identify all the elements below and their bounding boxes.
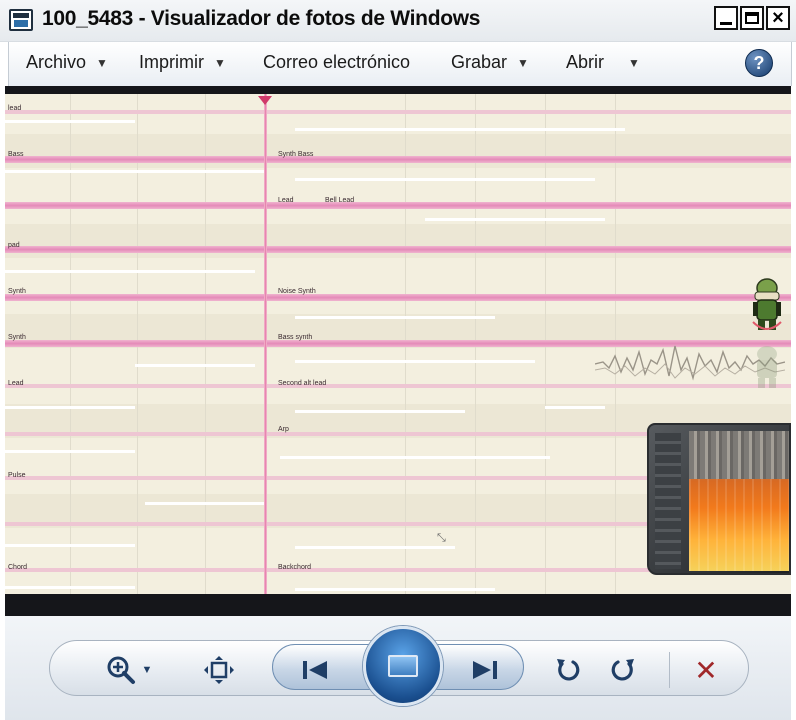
- zoom-caret-icon: ▼: [141, 664, 153, 676]
- menu-grabar[interactable]: Grabar ▼: [451, 52, 529, 73]
- track-label: pad: [8, 242, 20, 249]
- slideshow-button[interactable]: [363, 626, 443, 706]
- menu-archivo[interactable]: Archivo ▼: [26, 52, 108, 73]
- photo-content: lead Bass Synth Bass Lead Bell Lead pad Synth N…: [5, 94, 791, 594]
- midi-region: [545, 406, 605, 409]
- track-label: Synth Bass: [278, 151, 314, 158]
- midi-region: [295, 128, 625, 131]
- menu-imprimir[interactable]: Imprimir ▼: [139, 52, 226, 73]
- chevron-down-icon: ▼: [517, 55, 529, 70]
- track-label: Backchord: [278, 564, 312, 571]
- midi-region: [280, 456, 550, 459]
- previous-button[interactable]: [297, 654, 333, 686]
- slideshow-icon: [388, 655, 418, 677]
- minimize-button[interactable]: [714, 6, 738, 30]
- menu-bar: Archivo ▼ Imprimir ▼ Correo electrónico …: [8, 42, 792, 86]
- rotate-right-icon: [611, 659, 634, 681]
- track-label: Pulse: [8, 472, 26, 479]
- chevron-down-icon: ▼: [214, 55, 226, 70]
- next-icon: [473, 661, 497, 679]
- bottom-toolbar: ▼ ✕: [5, 616, 791, 720]
- character-figure-icon: [752, 278, 782, 388]
- analyzer-side-panel: [655, 433, 681, 569]
- track-band: [5, 294, 791, 301]
- midi-region: [425, 218, 605, 221]
- delete-icon: ✕: [694, 654, 718, 686]
- window-controls: ×: [714, 6, 790, 30]
- fit-window-button[interactable]: [201, 654, 237, 686]
- menu-archivo-label: Archivo: [26, 52, 87, 72]
- delete-button[interactable]: ✕: [689, 654, 723, 686]
- track-label: Synth: [8, 288, 26, 295]
- midi-region: [5, 270, 255, 273]
- chevron-down-icon: ▼: [96, 55, 108, 70]
- fit-window-icon: [204, 656, 234, 684]
- track-label: Bass: [8, 151, 24, 158]
- track-label: Lead: [8, 380, 24, 387]
- toolbar-divider: [669, 652, 670, 688]
- help-icon[interactable]: ?: [745, 49, 773, 77]
- rotate-right-button[interactable]: [607, 654, 641, 686]
- midi-region: [295, 316, 495, 319]
- track-band: [5, 156, 791, 163]
- midi-region: [295, 178, 595, 181]
- rotate-left-icon: [557, 659, 580, 681]
- spectrum-analyzer-graphic: [647, 423, 791, 575]
- previous-icon: [303, 661, 327, 679]
- track-label: Second alt lead: [278, 380, 327, 387]
- menu-abrir-label: Abrir: [566, 52, 605, 72]
- menu-grabar-label: Grabar: [451, 52, 508, 72]
- track-label: Lead: [278, 197, 294, 204]
- next-button[interactable]: [467, 654, 503, 686]
- close-icon: ×: [772, 7, 784, 29]
- midi-region: [145, 502, 265, 505]
- rotate-left-button[interactable]: [550, 654, 584, 686]
- midi-region: [295, 546, 455, 549]
- playhead-marker-icon: [258, 96, 272, 105]
- midi-region: [135, 364, 255, 367]
- track-band: [5, 110, 791, 114]
- track-label: Synth: [8, 334, 26, 341]
- track-label: Noise Synth: [278, 288, 316, 295]
- midi-region: [5, 586, 135, 589]
- analyzer-bars: [689, 431, 789, 479]
- maximize-button[interactable]: [740, 6, 764, 30]
- zoom-icon: [107, 656, 135, 684]
- midi-region: [5, 120, 135, 123]
- track-band: [5, 202, 791, 209]
- midi-region: [295, 588, 495, 591]
- minimize-icon: [720, 21, 732, 25]
- midi-region: [5, 450, 135, 453]
- track-label: Bass synth: [278, 334, 313, 341]
- maximize-icon: [745, 12, 759, 24]
- midi-region: [295, 360, 535, 363]
- midi-region: [295, 410, 465, 413]
- photo-viewer-icon: [9, 9, 33, 31]
- chevron-down-icon: ▼: [628, 55, 640, 70]
- title-bar[interactable]: 100_5483 - Visualizador de fotos de Wind…: [0, 0, 796, 42]
- midi-region: [5, 544, 135, 547]
- menu-abrir[interactable]: Abrir ▼: [566, 52, 640, 73]
- track-band: [5, 246, 791, 253]
- image-view[interactable]: lead Bass Synth Bass Lead Bell Lead pad Synth N…: [5, 86, 791, 616]
- track-label: Bell Lead: [325, 197, 355, 204]
- window-title: 100_5483 - Visualizador de fotos de Wind…: [42, 7, 481, 30]
- track-label: lead: [8, 105, 22, 112]
- track-label: Arp: [278, 426, 289, 433]
- menu-correo-electronico[interactable]: Correo electrónico: [263, 52, 410, 73]
- menu-correo-label: Correo electrónico: [263, 52, 411, 72]
- menu-imprimir-label: Imprimir: [139, 52, 204, 72]
- mouse-cursor-icon: ⤡: [437, 532, 446, 544]
- zoom-button[interactable]: ▼: [101, 654, 157, 686]
- playhead-line: [264, 94, 267, 594]
- midi-region: [5, 170, 265, 173]
- track-label: Chord: [8, 564, 28, 571]
- close-button[interactable]: ×: [766, 6, 790, 30]
- midi-region: [5, 406, 135, 409]
